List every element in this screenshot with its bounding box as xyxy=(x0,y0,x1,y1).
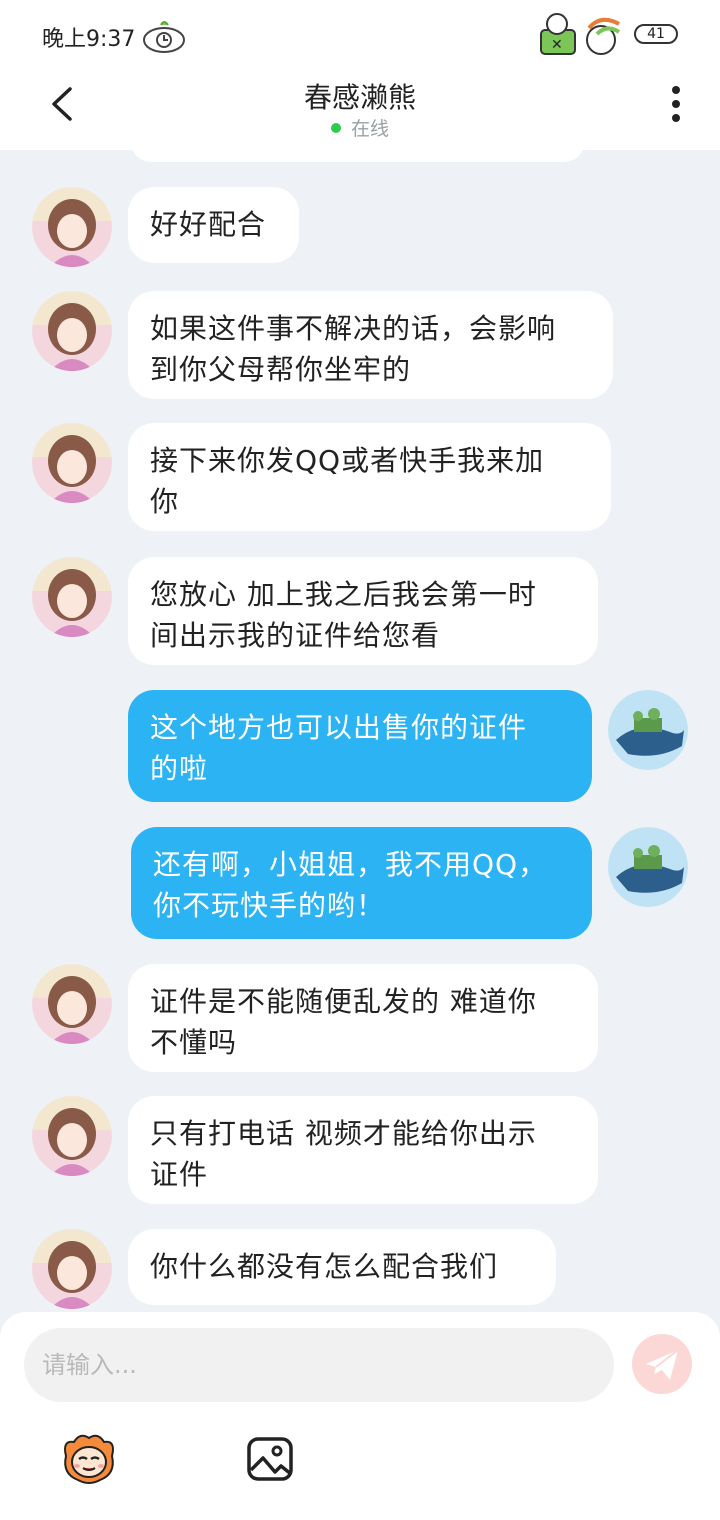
status-time: 晚上9:37 xyxy=(42,27,136,52)
message-row: 还有啊，小姐姐，我不用QQ， 你不玩快手的哟！ xyxy=(0,827,720,939)
user-avatar[interactable] xyxy=(608,827,688,907)
send-button[interactable] xyxy=(632,1334,692,1394)
message-bubble-incoming[interactable]: 证件是不能随便乱发的 难道你 不懂吗 xyxy=(128,964,598,1072)
message-bubble-incoming[interactable]: 接下来你发QQ或者快手我来加 你 xyxy=(128,423,611,531)
alarm-sticker-icon xyxy=(143,21,185,53)
message-row: 只有打电话 视频才能给你出示 证件 xyxy=(0,1096,720,1204)
message-text-line: 你不玩快手的哟！ xyxy=(153,889,386,922)
battery-indicator: 41 xyxy=(634,24,678,44)
contact-avatar[interactable] xyxy=(32,187,112,267)
image-icon xyxy=(247,1437,293,1481)
contact-avatar[interactable] xyxy=(32,423,112,503)
more-vertical-icon[interactable] xyxy=(664,84,688,124)
message-row: 这个地方也可以出售你的证件 的啦 xyxy=(0,690,720,802)
message-row: 您放心 加上我之后我会第一时 间出示我的证件给您看 xyxy=(0,557,720,665)
message-text-line: 你 xyxy=(150,485,180,518)
message-text-line: 接下来你发QQ或者快手我来加 xyxy=(150,444,545,477)
message-bubble-outgoing[interactable]: 还有啊，小姐姐，我不用QQ， 你不玩快手的哟！ xyxy=(131,827,592,939)
message-input[interactable] xyxy=(24,1328,614,1402)
contact-avatar[interactable] xyxy=(32,1096,112,1176)
message-text-line: 您放心 加上我之后我会第一时 xyxy=(150,578,537,611)
image-button[interactable] xyxy=(246,1436,294,1482)
emoji-button[interactable] xyxy=(60,1430,118,1488)
message-row: 证件是不能随便乱发的 难道你 不懂吗 xyxy=(0,964,720,1072)
message-row: 如果这件事不解决的话，会影响 到你父母帮你坐牢的 xyxy=(0,291,720,399)
message-list[interactable]: 好好配合 如果这件事不解决的话，会影响 到你父母帮你坐牢的 接下来你发QQ或者快… xyxy=(0,150,720,1312)
message-text-line: 你什么都没有怎么配合我们 xyxy=(150,1250,499,1283)
contact-avatar[interactable] xyxy=(32,557,112,637)
message-text-line: 这个地方也可以出售你的证件 xyxy=(150,711,528,744)
message-bubble-incoming[interactable]: 你什么都没有怎么配合我们 xyxy=(128,1229,556,1305)
online-status: 在线 xyxy=(0,114,720,141)
svg-text:✕: ✕ xyxy=(551,37,563,53)
message-row: 好好配合 xyxy=(0,187,720,267)
message-bubble-outgoing[interactable]: 这个地方也可以出售你的证件 的啦 xyxy=(128,690,592,802)
user-avatar[interactable] xyxy=(608,690,688,770)
message-bubble-incoming[interactable]: 您放心 加上我之后我会第一时 间出示我的证件给您看 xyxy=(128,557,598,665)
message-text-line: 不懂吗 xyxy=(150,1026,238,1059)
paper-plane-icon xyxy=(646,1349,679,1380)
online-status-label: 在线 xyxy=(350,118,389,140)
online-dot xyxy=(330,123,341,133)
chat-header: 春感濑熊 在线 xyxy=(0,70,720,150)
message-bubble-incoming[interactable]: 只有打电话 视频才能给你出示 证件 xyxy=(128,1096,598,1204)
message-text-line: 证件 xyxy=(150,1158,209,1191)
message-row: 接下来你发QQ或者快手我来加 你 xyxy=(0,423,720,531)
message-text-line: 证件是不能随便乱发的 难道你 xyxy=(150,985,537,1018)
contact-avatar[interactable] xyxy=(32,1229,112,1309)
emoji-face-icon xyxy=(64,1434,114,1484)
message-text-line: 好好配合 xyxy=(150,208,267,241)
contact-name: 春感濑熊 xyxy=(303,81,416,114)
message-text-line: 的啦 xyxy=(150,752,209,785)
message-text-line: 还有啊，小姐姐，我不用QQ， xyxy=(153,848,548,881)
message-text-line: 到你父母帮你坐牢的 xyxy=(150,353,412,386)
status-bar: 晚上9:37 ✕ 41 xyxy=(0,0,720,70)
contact-avatar[interactable] xyxy=(32,291,112,371)
partial-message-bubble xyxy=(130,150,585,162)
network-sticker-icon: ✕ xyxy=(540,13,621,55)
message-text-line: 间出示我的证件给您看 xyxy=(150,619,441,652)
message-bubble-incoming[interactable]: 如果这件事不解决的话，会影响 到你父母帮你坐牢的 xyxy=(128,291,613,399)
message-text-line: 如果这件事不解决的话，会影响 xyxy=(150,312,557,345)
message-bubble-incoming[interactable]: 好好配合 xyxy=(128,187,299,263)
message-text-line: 只有打电话 视频才能给你出示 xyxy=(150,1117,537,1150)
message-row: 你什么都没有怎么配合我们 xyxy=(0,1229,720,1309)
contact-avatar[interactable] xyxy=(32,964,112,1044)
input-bar xyxy=(0,1312,720,1520)
